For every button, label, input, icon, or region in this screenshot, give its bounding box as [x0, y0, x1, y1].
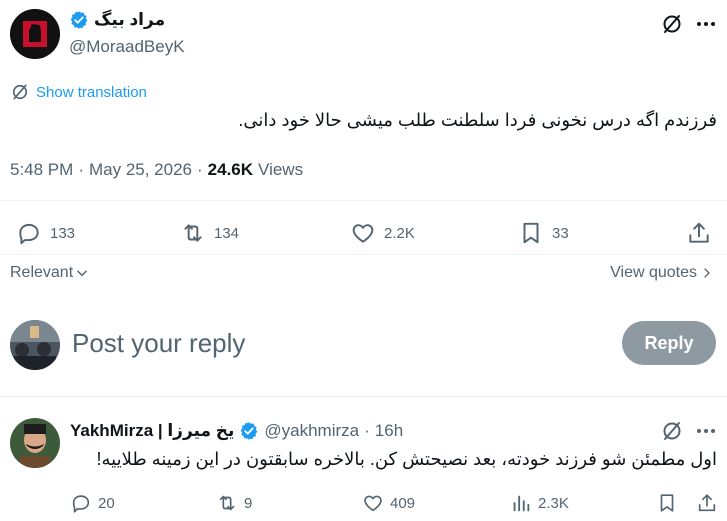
reply-input[interactable]: Post your reply: [72, 328, 245, 359]
verified-badge-icon: [70, 11, 88, 29]
comment-repost-count: 9: [244, 494, 253, 512]
bookmark-icon: [523, 222, 539, 244]
more-icon[interactable]: [694, 12, 718, 36]
repost-icon: [219, 495, 235, 511]
comment-repost-action[interactable]: 9: [216, 492, 252, 514]
like-icon: [364, 495, 382, 512]
comment-share-action[interactable]: [696, 492, 718, 514]
grok-icon[interactable]: [660, 12, 684, 36]
repost-count: 134: [214, 224, 240, 242]
reply-icon: [72, 495, 90, 513]
comment-grok-icon[interactable]: [660, 419, 684, 443]
comment-actions: 20 9 409 2.3K: [0, 490, 727, 521]
view-quotes-label: View quotes: [610, 264, 697, 281]
reply-count: 133: [50, 224, 76, 242]
translate-icon: [12, 84, 28, 100]
views-count: 24.6K: [207, 160, 254, 179]
repost-icon: [184, 224, 202, 242]
reply-icon: [19, 223, 39, 245]
comment-like-action[interactable]: 409: [362, 492, 415, 514]
views-label: Views: [258, 160, 304, 179]
comment-handle[interactable]: @yakhmirza: [264, 421, 359, 441]
current-user-avatar[interactable]: [10, 320, 60, 370]
comment-bookmark-action[interactable]: [656, 492, 678, 514]
comment-display-name[interactable]: YakhMirza | یخ میرزا: [70, 421, 234, 441]
author-handle[interactable]: @MoraadBeyK: [69, 37, 185, 57]
show-translation-link[interactable]: Show translation: [10, 82, 147, 102]
comment-views-action[interactable]: 2.3K: [510, 492, 569, 514]
comment-views-count: 2.3K: [538, 494, 569, 512]
comment-like-count: 409: [390, 494, 416, 512]
like-count: 2.2K: [384, 224, 415, 242]
bookmark-count: 33: [552, 224, 569, 242]
repost-action[interactable]: 134: [180, 220, 239, 246]
reply-action[interactable]: 133: [16, 220, 75, 246]
chevron-down-icon: [77, 270, 87, 277]
comment-more-icon[interactable]: [694, 419, 718, 443]
chevron-right-icon: [704, 268, 710, 278]
bookmark-action[interactable]: 33: [518, 220, 569, 246]
like-icon: [352, 224, 374, 243]
comment-reply-action[interactable]: 20: [70, 492, 115, 514]
author-display-name[interactable]: مراد بیگ: [69, 10, 165, 30]
comment-avatar[interactable]: [10, 418, 60, 468]
bookmark-icon: [660, 494, 674, 512]
tweet-actions: 133 134 2.2K 33: [0, 210, 727, 258]
show-translation-label: Show translation: [36, 83, 147, 101]
meta-separator: ·: [78, 160, 84, 179]
comment-separator: ·: [364, 421, 370, 440]
tweet-text: فرزندم اگه درس نخونی فردا سلطنت طلب میشی…: [238, 110, 717, 130]
author-avatar[interactable]: [10, 9, 60, 59]
tweet-meta: 5:48 PM · May 25, 2026 · 24.6K Views: [10, 160, 303, 180]
divider-2: [0, 254, 727, 255]
verified-badge-icon: [241, 422, 258, 440]
view-quotes-link[interactable]: View quotes: [610, 264, 713, 282]
comment-text: اول مطمئن شو فرزند خودته، بعد نصیحتش کن.…: [96, 449, 717, 469]
meta-separator-2: ·: [197, 160, 203, 179]
divider: [0, 200, 727, 201]
comment-time[interactable]: 16h: [375, 421, 403, 441]
views-chart-icon: [513, 495, 530, 512]
share-icon: [689, 222, 709, 243]
tweet-date[interactable]: May 25, 2026: [89, 160, 192, 180]
divider-3: [0, 396, 727, 397]
comment-header: YakhMirza | یخ میرزا @yakhmirza · 16h: [70, 421, 403, 441]
tweet-time[interactable]: 5:48 PM: [10, 160, 73, 180]
comment-reply-count: 20: [98, 494, 115, 512]
sort-dropdown[interactable]: Relevant: [10, 264, 89, 282]
sort-label: Relevant: [10, 264, 74, 281]
like-action[interactable]: 2.2K: [350, 220, 415, 246]
share-icon: [698, 494, 716, 512]
share-action[interactable]: [686, 220, 712, 246]
reply-button[interactable]: Reply: [622, 321, 716, 365]
author-name-text: مراد بیگ: [94, 10, 166, 29]
